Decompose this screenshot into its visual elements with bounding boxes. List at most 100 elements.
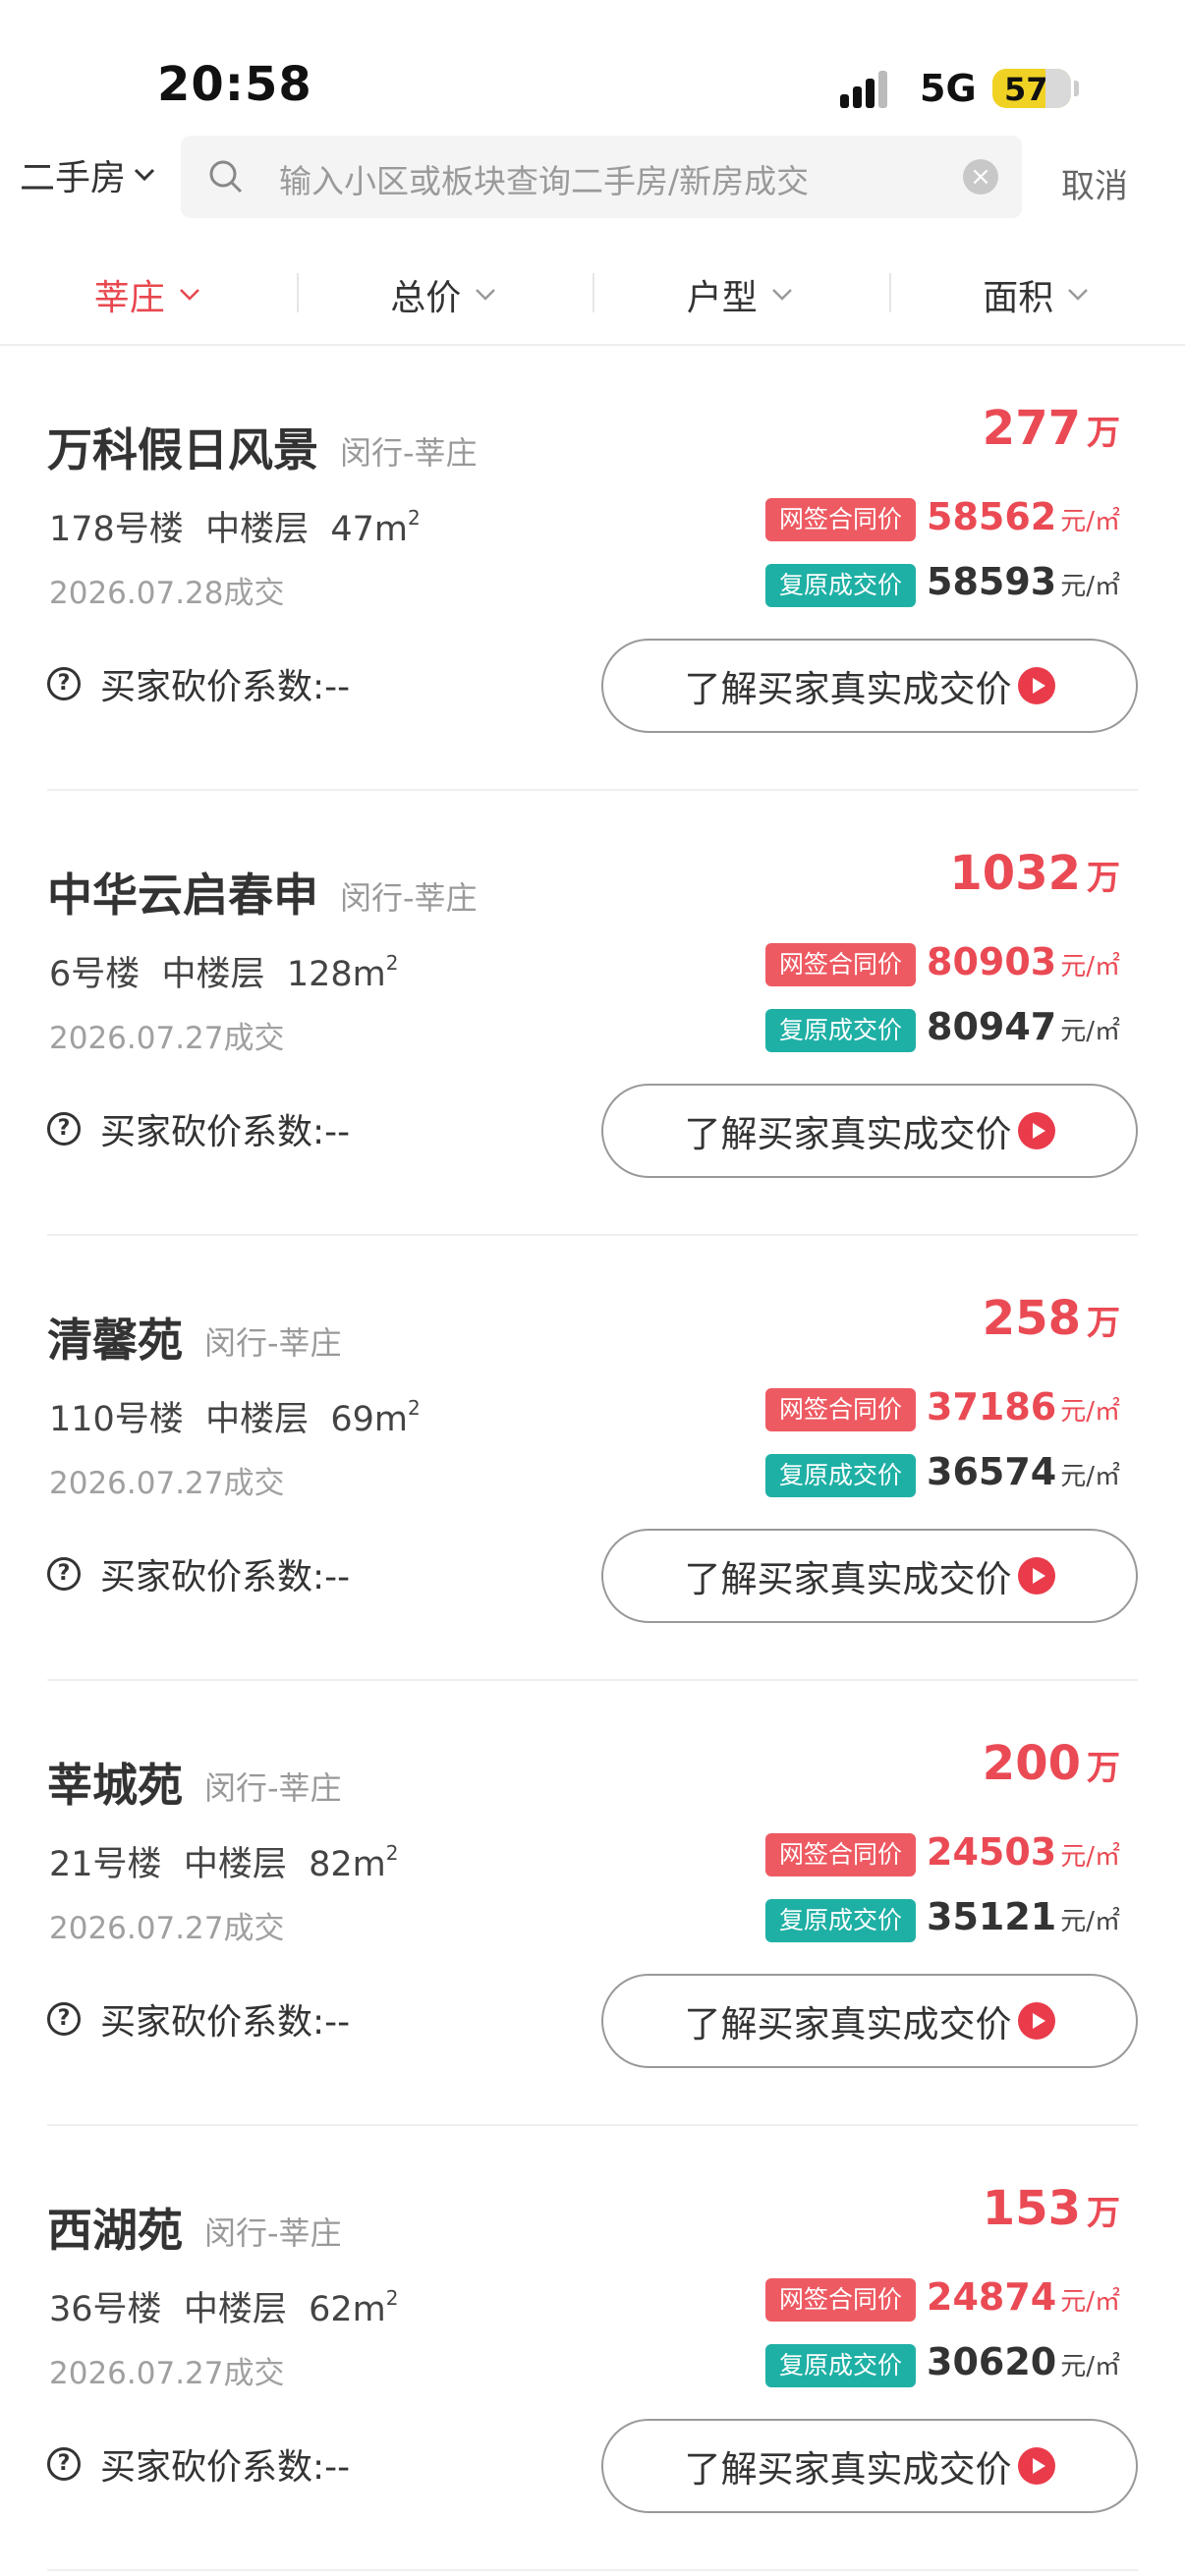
price-unit: 元/㎡ <box>1060 1397 1120 1427</box>
total-price-unit: 万 <box>1087 414 1120 453</box>
battery-icon: 57 <box>992 69 1071 108</box>
bargain-coefficient[interactable]: ? 买家砍价系数:-- <box>47 1548 350 1599</box>
building-number: 110号楼 <box>49 1400 184 1439</box>
total-price: 200 万 <box>983 1736 1120 1791</box>
total-price-value: 200 <box>982 1736 1081 1791</box>
community-name[interactable]: 中华云启春申 <box>47 860 318 924</box>
listing-card[interactable]: 清馨苑 闵行-莘庄 258 万 110号楼 中楼层 69m2 2026.07.27… <box>0 1236 1185 1681</box>
deal-date: 2026.07.28成交 <box>49 576 285 611</box>
unit-detail: 36号楼 中楼层 62m2 <box>49 2286 399 2329</box>
city-type-dropdown[interactable]: 二手房 <box>20 149 159 200</box>
real-price-button[interactable]: 了解买家真实成交价 <box>601 2419 1138 2513</box>
floor-level: 中楼层 <box>183 1845 287 1884</box>
play-icon <box>1017 2447 1055 2485</box>
chevron-down-icon <box>771 289 792 301</box>
community-name[interactable]: 清馨苑 <box>47 1305 183 1370</box>
filter-layout[interactable]: 户型 <box>592 246 889 344</box>
floor-area: 47 <box>330 510 374 549</box>
deal-date: 2026.07.27成交 <box>49 1021 285 1056</box>
total-price: 277 万 <box>983 401 1120 456</box>
building-number: 36号楼 <box>49 2290 162 2329</box>
question-icon[interactable]: ? <box>47 667 81 700</box>
sign-price-tag: 网签合同价 <box>764 2278 916 2322</box>
price-unit: 元/㎡ <box>1060 2352 1120 2381</box>
battery-level: 57 <box>1004 71 1048 108</box>
community-name[interactable]: 西湖苑 <box>47 2195 183 2260</box>
floor-area: 62 <box>309 2290 353 2329</box>
listing-card[interactable]: 中华云启春申 闵行-莘庄 1032 万 6号楼 中楼层 128m2 2026.07… <box>0 791 1185 1236</box>
bargain-label: 买家砍价系数:-- <box>100 667 351 707</box>
real-price-button[interactable]: 了解买家真实成交价 <box>601 1974 1138 2068</box>
bargain-coefficient[interactable]: ? 买家砍价系数:-- <box>47 1103 350 1154</box>
floor-level: 中楼层 <box>183 2290 287 2329</box>
price-unit: 元/㎡ <box>1060 952 1120 981</box>
search-input[interactable]: 输入小区或板块查询二手房/新房成交 <box>279 155 809 202</box>
question-icon[interactable]: ? <box>47 2002 81 2036</box>
bargain-label: 买家砍价系数:-- <box>100 1112 351 1152</box>
bargain-coefficient[interactable]: ? 买家砍价系数:-- <box>47 1993 350 2044</box>
floor-area: 69 <box>330 1400 374 1439</box>
real-price-button[interactable]: 了解买家真实成交价 <box>601 1529 1138 1623</box>
restore-unit-price-value: 30620 <box>927 2340 1057 2383</box>
total-price-value: 258 <box>982 1291 1081 1346</box>
question-icon[interactable]: ? <box>47 1557 81 1591</box>
battery-tip <box>1074 81 1079 96</box>
floor-area: 82 <box>309 1845 353 1884</box>
filter-label: 莘庄 <box>93 278 165 318</box>
cancel-button[interactable]: 取消 <box>1061 159 1128 207</box>
real-price-button[interactable]: 了解买家真实成交价 <box>601 1084 1138 1178</box>
network-type: 5G <box>920 67 977 110</box>
restore-price-tag: 复原成交价 <box>764 1454 916 1497</box>
restore-unit-price: 36574 元/㎡ <box>927 1450 1120 1493</box>
clear-icon[interactable]: × <box>963 159 998 195</box>
restore-price-tag: 复原成交价 <box>764 1899 916 1942</box>
building-number: 21号楼 <box>49 1845 162 1884</box>
deal-date: 2026.07.27成交 <box>49 1911 285 1946</box>
community-name[interactable]: 万科假日风景 <box>47 415 318 479</box>
status-time: 20:58 <box>157 57 312 112</box>
district-label: 闵行-莘庄 <box>204 2214 342 2252</box>
real-price-button-label: 了解买家真实成交价 <box>684 2003 1012 2045</box>
real-price-button-label: 了解买家真实成交价 <box>684 2448 1012 2491</box>
sign-unit-price-value: 24874 <box>927 2275 1057 2319</box>
divider <box>47 2569 1138 2571</box>
question-icon[interactable]: ? <box>47 2447 81 2481</box>
price-unit: 元/㎡ <box>1060 1462 1120 1491</box>
sign-unit-price: 24503 元/㎡ <box>927 1830 1120 1874</box>
chevron-down-icon <box>134 168 155 182</box>
total-price-unit: 万 <box>1087 1749 1120 1788</box>
sign-unit-price: 80903 元/㎡ <box>927 940 1120 983</box>
floor-level: 中楼层 <box>205 1400 310 1439</box>
bargain-coefficient[interactable]: ? 买家砍价系数:-- <box>47 658 350 709</box>
total-price-value: 153 <box>982 2181 1081 2236</box>
community-name[interactable]: 莘城苑 <box>47 1750 183 1815</box>
deal-date: 2026.07.27成交 <box>49 2356 285 2391</box>
bargain-coefficient[interactable]: ? 买家砍价系数:-- <box>47 2438 350 2490</box>
sign-unit-price: 37186 元/㎡ <box>927 1385 1120 1428</box>
filter-label: 户型 <box>686 278 758 318</box>
listing-card[interactable]: 西湖苑 闵行-莘庄 153 万 36号楼 中楼层 62m2 2026.07.27成… <box>0 2126 1185 2571</box>
listing-card[interactable]: 莘城苑 闵行-莘庄 200 万 21号楼 中楼层 82m2 2026.07.27成… <box>0 1681 1185 2126</box>
unit-detail: 6号楼 中楼层 128m2 <box>49 951 399 994</box>
search-box[interactable]: 输入小区或板块查询二手房/新房成交 × <box>181 136 1022 218</box>
question-icon[interactable]: ? <box>47 1112 81 1146</box>
real-price-button-label: 了解买家真实成交价 <box>684 1113 1012 1155</box>
real-price-button-label: 了解买家真实成交价 <box>684 1558 1012 1600</box>
restore-price-tag: 复原成交价 <box>764 2344 916 2387</box>
filter-area-region[interactable]: 莘庄 <box>0 246 297 344</box>
filter-total-price[interactable]: 总价 <box>296 246 593 344</box>
search-icon <box>209 160 243 194</box>
filter-size[interactable]: 面积 <box>888 246 1185 344</box>
restore-unit-price: 30620 元/㎡ <box>927 2340 1120 2383</box>
total-price-unit: 万 <box>1087 1304 1120 1343</box>
floor-area: 128 <box>286 955 353 994</box>
chevron-down-icon <box>476 289 496 301</box>
status-bar: 20:58 5G 57 <box>0 0 1185 128</box>
real-price-button[interactable]: 了解买家真实成交价 <box>601 639 1138 733</box>
restore-price-tag: 复原成交价 <box>764 1009 916 1052</box>
sign-unit-price-value: 80903 <box>927 940 1057 983</box>
sign-price-tag: 网签合同价 <box>764 498 916 541</box>
bargain-label: 买家砍价系数:-- <box>100 2002 351 2043</box>
listing-card[interactable]: 万科假日风景 闵行-莘庄 277 万 178号楼 中楼层 47m2 2026.07… <box>0 346 1185 791</box>
sign-unit-price: 58562 元/㎡ <box>927 495 1120 538</box>
